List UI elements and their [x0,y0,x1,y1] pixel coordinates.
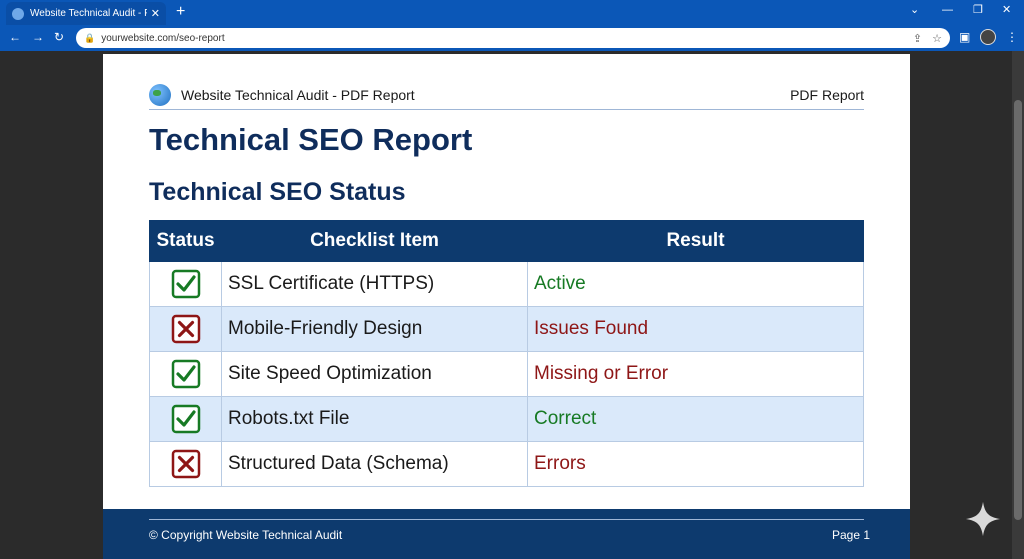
result-cell: Issues Found [527,306,864,352]
footer-divider [149,519,864,520]
table-row: Mobile-Friendly Design Issues Found [149,306,864,352]
column-header-status: Status [149,220,222,262]
table-header-row: Status Checklist Item Result [149,220,864,262]
checklist-item-cell: Mobile-Friendly Design [221,306,528,352]
status-cell [149,306,222,352]
menu-kebab-icon[interactable]: ⋮ [1006,30,1018,44]
forward-arrow-icon[interactable]: → [32,30,44,44]
checklist-item-cell: SSL Certificate (HTTPS) [221,261,528,307]
report-title: Technical SEO Report [149,122,473,157]
status-cell [149,396,222,442]
tab-strip: Website Technical Audit - PDF ✕ + ⌄ — ❐ … [0,0,1024,25]
result-cell: Errors [527,441,864,487]
result-cell: Correct [527,396,864,442]
address-bar-row: ← → ↻ 🔒 yourwebsite.com/seo-report ⇪ ☆ ▣… [0,25,1024,51]
table-row: Robots.txt File Correct [149,396,864,442]
section-title: Technical SEO Status [149,178,406,206]
copyright-text: © Copyright Website Technical Audit [149,528,343,542]
chevron-down-icon[interactable]: ⌄ [910,3,919,17]
checklist-item-cell: Site Speed Optimization [221,351,528,397]
header-right-label: PDF Report [790,86,864,103]
table-row: SSL Certificate (HTTPS) Active [149,261,864,307]
checklist-item-cell: Robots.txt File [221,396,528,442]
sparkle-icon [965,501,1001,537]
url-text[interactable]: yourwebsite.com/seo-report [101,33,903,44]
table-row: Structured Data (Schema) Errors [149,441,864,487]
seo-status-table: Status Checklist Item Result SSL Certifi… [149,220,864,487]
share-icon[interactable]: ⇪ [913,32,922,45]
restore-button[interactable]: ❐ [973,3,983,17]
page-footer: © Copyright Website Technical Audit Page… [103,509,910,559]
checkmark-icon [171,269,201,299]
back-arrow-icon[interactable]: ← [9,30,21,44]
side-panel-icon[interactable]: ▣ [959,30,970,44]
result-cell: Active [527,261,864,307]
page-header: Website Technical Audit - PDF Report PDF… [149,80,864,110]
reload-icon[interactable]: ↻ [54,30,64,44]
page-number: Page 1 [832,528,871,542]
status-cell [149,441,222,487]
tab-title: Website Technical Audit - PDF [30,8,147,19]
header-title: Website Technical Audit - PDF Report [181,86,415,103]
checkmark-icon [171,359,201,389]
report-page: Website Technical Audit - PDF Report PDF… [103,54,910,559]
checkmark-icon [171,404,201,434]
profile-avatar[interactable] [980,29,996,45]
new-tab-button[interactable]: + [176,3,185,21]
column-header-checklist-item: Checklist Item [221,220,528,262]
scrollbar-thumb[interactable] [1014,100,1022,520]
checklist-item-cell: Structured Data (Schema) [221,441,528,487]
status-cell [149,351,222,397]
close-window-button[interactable]: ✕ [1002,3,1011,17]
table-row: Site Speed Optimization Missing or Error [149,351,864,397]
globe-favicon-icon [12,7,24,20]
bookmark-star-icon[interactable]: ☆ [932,32,942,45]
column-header-result: Result [527,220,864,262]
lock-icon: 🔒 [84,32,96,43]
cross-icon [171,314,201,344]
cross-icon [171,449,201,479]
omnibox[interactable]: 🔒 yourwebsite.com/seo-report ⇪ ☆ [76,28,950,48]
minimize-button[interactable]: — [942,3,953,17]
result-cell: Missing or Error [527,351,864,397]
browser-tab[interactable]: Website Technical Audit - PDF ✕ [6,2,166,25]
globe-logo-icon [149,83,171,106]
close-tab-icon[interactable]: ✕ [151,7,160,20]
status-cell [149,261,222,307]
